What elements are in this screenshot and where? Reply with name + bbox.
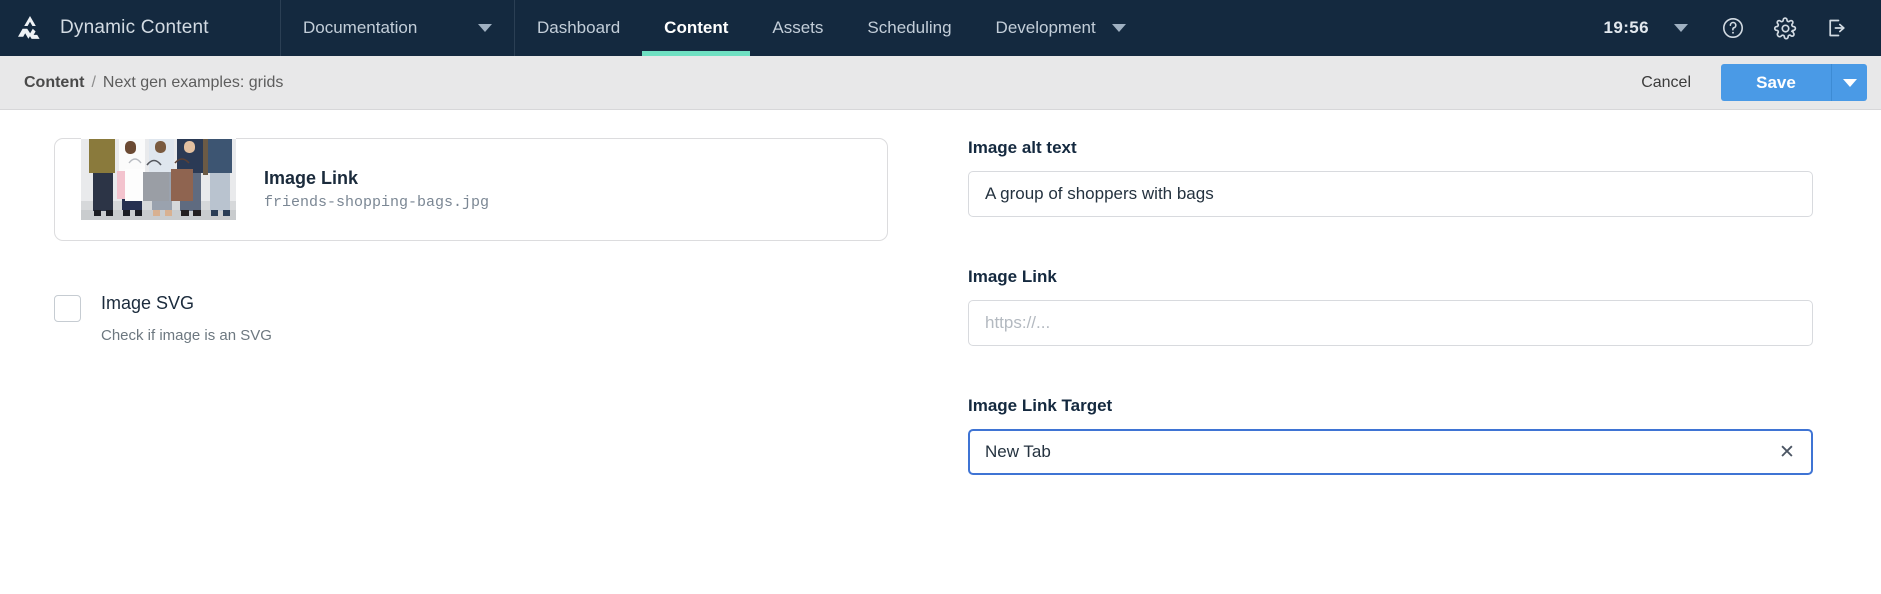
image-svg-label-group: Image SVG Check if image is an SVG [101,293,272,344]
image-card-title: Image Link [264,168,359,188]
image-link-target-select-wrapper: ✕ [968,429,1813,475]
field-image-link-target-label: Image Link Target [968,396,1113,415]
nav-right-cluster: 19:56 [1594,0,1881,56]
help-circle-icon [1721,16,1745,40]
save-button[interactable]: Save [1721,64,1831,101]
image-svg-checkbox[interactable] [54,295,81,322]
left-column: Image Link friends-shopping-bags.jpg Ima… [48,117,888,505]
nav-item-content[interactable]: Content [642,0,751,56]
nav-item-scheduling[interactable]: Scheduling [845,0,973,56]
image-asset-card[interactable]: Image Link friends-shopping-bags.jpg [54,117,888,241]
nav-item-development[interactable]: Development [974,0,1136,56]
field-image-alt-text-label: Image alt text [968,138,1077,157]
image-link-target-input[interactable] [968,429,1813,475]
field-image-link: Image Link [968,267,1813,346]
main-content: Image Link friends-shopping-bags.jpg Ima… [0,110,1881,505]
nav-item-dashboard-label: Dashboard [537,18,621,37]
image-svg-label: Image SVG [101,293,195,313]
nav-item-documentation[interactable]: Documentation [281,0,515,56]
field-image-link-target: Image Link Target ✕ [968,396,1813,475]
nav-item-dashboard[interactable]: Dashboard [515,0,642,56]
logout-button[interactable] [1811,0,1863,56]
close-x-icon[interactable]: ✕ [1777,442,1797,462]
nav-item-documentation-label: Documentation [303,18,418,37]
field-image-link-label: Image Link [968,267,1057,286]
gear-icon [1773,16,1798,41]
clock-label: 19:56 [1603,18,1649,37]
field-spacer-2 [968,376,1813,396]
breadcrumb-separator: / [91,73,96,91]
image-svg-checkbox-row: Image SVG Check if image is an SVG [54,293,888,344]
image-svg-help-text: Check if image is an SVG [101,326,272,344]
nav-item-content-label: Content [664,18,729,37]
field-spacer [968,247,1813,267]
chevron-down-icon [1674,24,1688,32]
settings-button[interactable] [1759,0,1811,56]
nav-item-assets[interactable]: Assets [750,0,845,56]
breadcrumb: Content / Next gen examples: grids [24,74,283,92]
help-button[interactable] [1707,0,1759,56]
clock-dropdown-button[interactable] [1655,0,1707,56]
breadcrumb-action-bar: Content / Next gen examples: grids Cance… [0,56,1881,110]
nav-item-assets-label: Assets [772,18,824,37]
breadcrumb-current-item: Next gen examples: grids [102,73,284,91]
brand-title: Dynamic Content [60,17,209,38]
nav-item-development-label: Development [995,18,1096,37]
breadcrumb-root-link[interactable]: Content [24,74,84,92]
brand-area[interactable]: Dynamic Content [0,0,281,56]
cancel-button[interactable]: Cancel [1629,66,1703,100]
chevron-down-icon [1842,78,1857,87]
nav-item-scheduling-label: Scheduling [867,18,952,37]
logout-icon [1825,16,1849,40]
image-thumbnail-wrapper [81,117,236,240]
shoppers-photo-thumbnail [81,117,236,220]
chevron-down-icon [1111,24,1126,32]
image-card-text: Image Link friends-shopping-bags.jpg [236,139,489,240]
save-options-button[interactable] [1831,64,1867,101]
image-link-input[interactable] [968,300,1813,346]
chevron-down-icon [478,24,492,32]
field-image-alt-text: Image alt text [968,138,1813,217]
image-alt-text-input[interactable] [968,171,1813,217]
primary-nav-menu: Documentation Dashboard Content Assets S… [281,0,1594,56]
image-card-filename: friends-shopping-bags.jpg [264,194,490,211]
bar-actions: Cancel Save [1629,64,1867,101]
right-column: Image alt text Image Link Image Link Tar… [888,138,1833,505]
save-button-group: Save [1721,64,1867,101]
top-navigation-bar: Dynamic Content Documentation Dashboard … [0,0,1881,56]
amplience-triangle-logo-icon [14,12,46,44]
